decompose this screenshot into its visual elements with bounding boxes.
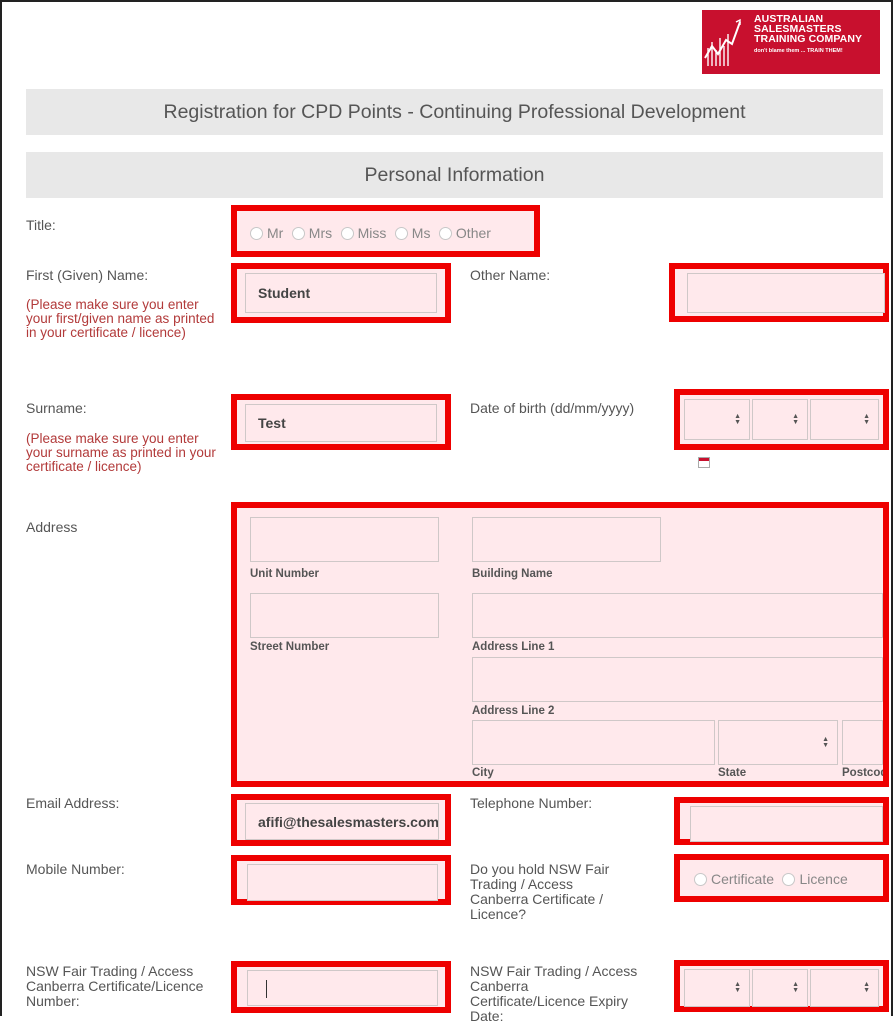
calendar-icon[interactable] <box>698 457 710 468</box>
select-arrows-icon: ▲ ▼ <box>734 981 741 994</box>
address-line-1-label: Address Line 1 <box>472 641 555 653</box>
email-label: Email Address: <box>26 795 120 811</box>
dob-highlight: ▲ ▼ ▲ ▼ ▲ ▼ <box>674 389 889 450</box>
telephone-highlight <box>674 797 889 845</box>
select-arrows-icon: ▲ ▼ <box>734 412 741 426</box>
email-highlight: afifi@thesalesmasters.com <box>231 794 451 846</box>
telephone-label: Telephone Number: <box>470 795 593 811</box>
first-name-input[interactable]: Student <box>245 273 437 313</box>
address-line-2-label: Address Line 2 <box>472 705 555 717</box>
radio-icon <box>782 872 796 886</box>
logo-tagline: don't blame them ... TRAIN THEM! <box>754 48 843 54</box>
state-select[interactable]: ▲ ▼ <box>718 720 838 765</box>
address-line-1-input[interactable] <box>472 593 883 638</box>
title-option-mrs[interactable]: Mrs <box>291 225 332 241</box>
dob-label: Date of birth (dd/mm/yyyy) <box>470 400 635 416</box>
state-label: State <box>718 767 747 779</box>
expiry-year-select[interactable]: ▲ ▼ <box>810 969 879 1007</box>
expiry-day-select[interactable]: ▲ ▼ <box>684 969 750 1007</box>
title-option-miss[interactable]: Miss <box>340 225 386 241</box>
cert-option-certificate[interactable]: Certificate <box>694 871 774 887</box>
postcode-input[interactable] <box>842 720 883 765</box>
holds-cert-label: Do you hold NSW Fair Trading / Access Ca… <box>470 861 610 922</box>
title-option-mr[interactable]: Mr <box>250 225 283 241</box>
building-name-label: Building Name <box>472 568 553 580</box>
holds-cert-highlight: Certificate Licence <box>674 854 889 902</box>
surname-label: Surname: <box>26 400 87 416</box>
title-label: Title: <box>26 217 56 233</box>
select-arrows-icon: ▲ ▼ <box>863 981 870 994</box>
mobile-label: Mobile Number: <box>26 861 125 877</box>
address-highlight: Unit Number Building Name Street Number … <box>231 502 889 787</box>
telephone-input[interactable] <box>690 806 883 842</box>
city-input[interactable] <box>472 720 715 765</box>
surname-input[interactable]: Test <box>245 404 437 442</box>
surname-note: (Please make sure you enter your surname… <box>26 431 216 474</box>
city-label: City <box>472 767 494 779</box>
company-logo: AUSTRALIAN SALESMASTERS TRAINING COMPANY… <box>702 10 880 74</box>
other-name-label: Other Name: <box>470 267 551 283</box>
radio-icon <box>291 226 305 240</box>
title-option-ms[interactable]: Ms <box>394 225 430 241</box>
surname-highlight: Test <box>231 394 451 450</box>
text-cursor <box>266 980 267 998</box>
street-number-label: Street Number <box>250 641 330 653</box>
select-arrows-icon: ▲ ▼ <box>863 412 870 426</box>
first-name-label: First (Given) Name: <box>26 267 149 283</box>
unit-number-input[interactable] <box>250 517 439 562</box>
cert-number-highlight <box>231 961 451 1013</box>
cert-number-input[interactable] <box>247 970 438 1006</box>
street-number-input[interactable] <box>250 593 439 638</box>
address-line-2-input[interactable] <box>472 657 883 702</box>
cert-expiry-highlight: ▲ ▼ ▲ ▼ ▲ ▼ <box>674 960 889 1012</box>
expiry-month-select[interactable]: ▲ ▼ <box>752 969 808 1007</box>
radio-icon <box>250 226 263 240</box>
dob-year-select[interactable]: ▲ ▼ <box>810 399 879 440</box>
radio-icon <box>438 226 452 240</box>
radio-icon <box>694 872 707 886</box>
building-name-input[interactable] <box>472 517 661 562</box>
radio-icon <box>340 226 354 240</box>
section-title: Personal Information <box>26 152 883 198</box>
cert-option-licence[interactable]: Licence <box>782 871 848 887</box>
title-option-other[interactable]: Other <box>438 225 491 241</box>
other-name-input[interactable] <box>687 273 885 313</box>
select-arrows-icon: ▲ ▼ <box>792 981 799 994</box>
select-arrows-icon: ▲ ▼ <box>822 735 829 749</box>
cert-expiry-label: NSW Fair Trading / Access Canberra Certi… <box>470 963 638 1024</box>
postcode-label: Postcod <box>842 767 883 779</box>
address-label: Address <box>26 519 78 535</box>
logo-chart-icon <box>702 10 748 74</box>
dob-day-select[interactable]: ▲ ▼ <box>684 399 750 440</box>
cert-number-label: NSW Fair Trading / Access Canberra Certi… <box>26 963 204 1009</box>
email-input[interactable]: afifi@thesalesmasters.com <box>245 803 439 840</box>
dob-month-select[interactable]: ▲ ▼ <box>752 399 808 440</box>
mobile-highlight <box>231 855 451 905</box>
title-radio-group: Mr Mrs Miss Ms Other <box>231 205 540 257</box>
first-name-highlight: Student <box>231 263 451 323</box>
page-title: Registration for CPD Points - Continuing… <box>26 89 883 135</box>
first-name-note: (Please make sure you enter your first/g… <box>26 297 215 340</box>
radio-icon <box>394 226 408 240</box>
other-name-highlight <box>669 263 889 322</box>
unit-number-label: Unit Number <box>250 568 319 580</box>
select-arrows-icon: ▲ ▼ <box>792 412 799 426</box>
logo-line-3: TRAINING COMPANY <box>754 33 863 45</box>
mobile-input[interactable] <box>247 864 438 901</box>
